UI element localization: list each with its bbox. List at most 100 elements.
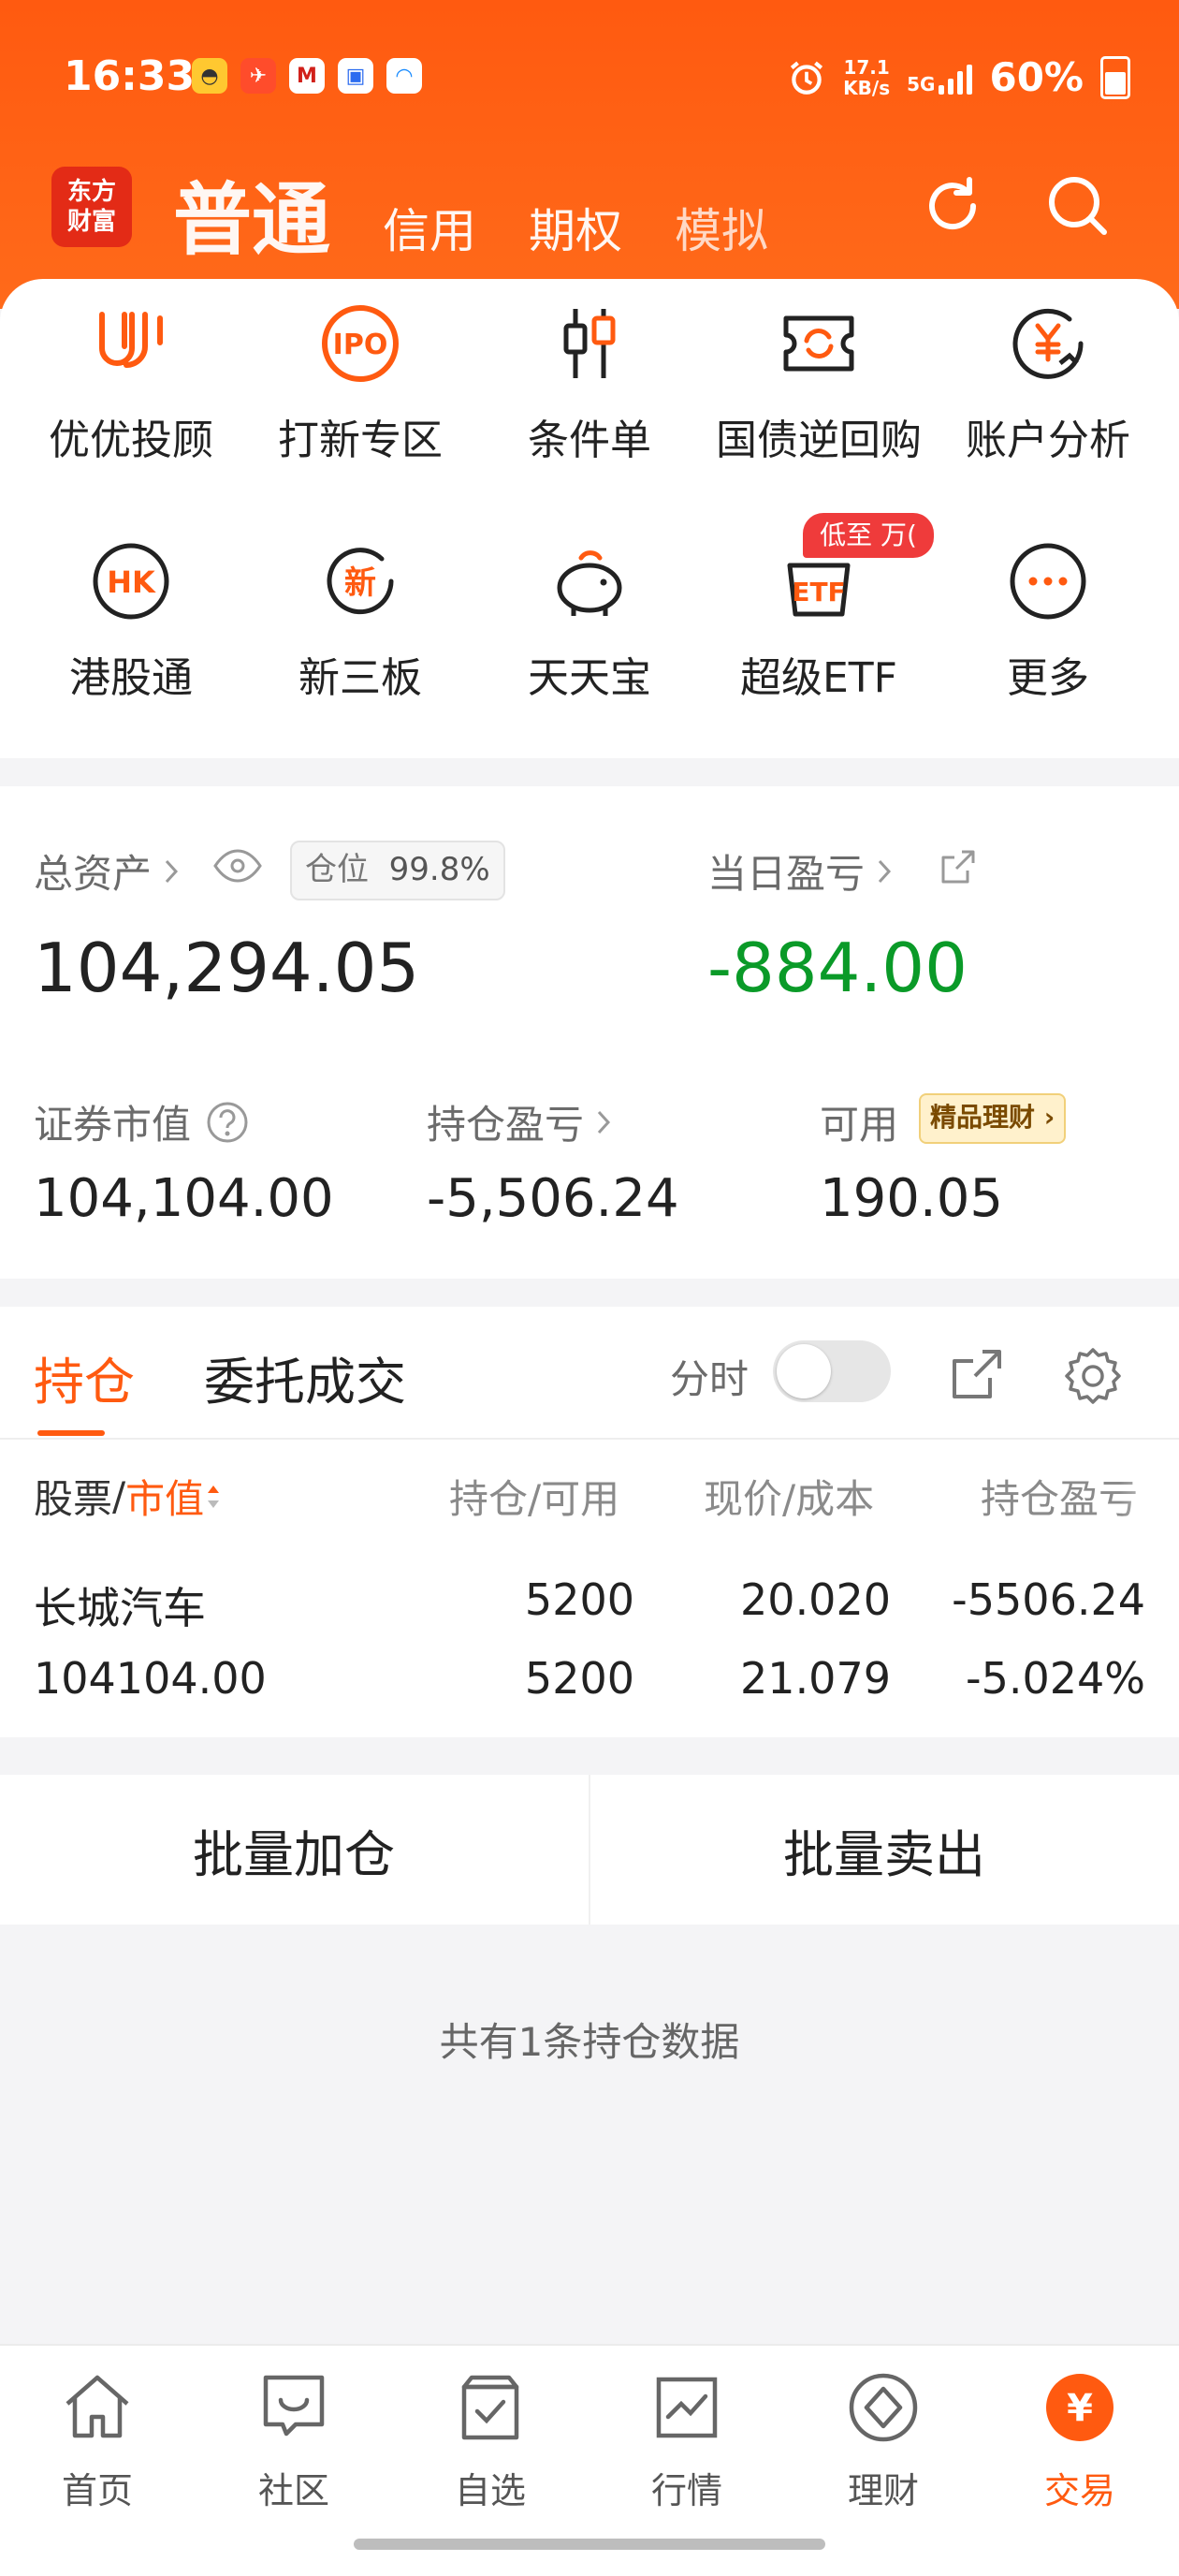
- batch-sell-button[interactable]: 批量卖出: [590, 1775, 1178, 1925]
- column-header-stock[interactable]: 股票 / 市值: [34, 1468, 223, 1525]
- settings-gear-icon[interactable]: [1063, 1346, 1123, 1406]
- more-icon: [1010, 543, 1086, 620]
- svg-text:ETF: ETF: [792, 577, 845, 607]
- chat-icon: [263, 2375, 325, 2437]
- toggle-knob: [777, 1344, 831, 1398]
- daily-pl-value: -884.00: [707, 929, 968, 1007]
- app-notification-icon: ◠: [386, 58, 422, 94]
- grid-item-account-analysis[interactable]: 账户分析: [936, 301, 1160, 466]
- tab-options[interactable]: 期权: [529, 194, 622, 261]
- etf-promo-badge: 低至 万(: [803, 513, 934, 558]
- grid-item-more[interactable]: 更多: [936, 539, 1160, 704]
- holdings-count-text: 共有1条持仓数据: [439, 2019, 740, 2065]
- nav-watchlist[interactable]: 自选: [425, 2370, 556, 2513]
- search-icon[interactable]: [1041, 168, 1115, 243]
- batch-add-button[interactable]: 批量加仓: [0, 1775, 588, 1925]
- stock-market-value: 104104.00: [34, 1653, 267, 1704]
- market-value-label: 证券市值: [34, 1102, 192, 1148]
- table-row[interactable]: 长城汽车 104104.00 5200 5200 20.020 21.079 -…: [0, 1554, 1179, 1722]
- market-value-label-row: 证券市值: [34, 1093, 249, 1150]
- hold-pl-value: -5,506.24: [427, 1168, 679, 1229]
- position-ratio-chip: 仓位 99.8%: [290, 841, 505, 900]
- app-notification-icon: ▣: [338, 58, 373, 94]
- market-value: 104,104.00: [34, 1168, 334, 1229]
- app-notification-icon: M: [289, 58, 325, 94]
- sort-icon: [208, 1485, 220, 1508]
- alarm-icon: [791, 61, 823, 95]
- grid-item-conditional-order[interactable]: 条件单: [477, 301, 702, 466]
- tab-normal[interactable]: 普通: [173, 157, 330, 271]
- hk-icon: HK: [93, 543, 169, 620]
- status-right: 17.1 KB/s 5G 60%: [787, 54, 1130, 100]
- total-assets-link[interactable]: 总资产: [34, 842, 182, 900]
- timeshare-label: 分时: [670, 1356, 750, 1402]
- column-header-hold: 持仓/可用: [449, 1476, 620, 1522]
- tab-orders[interactable]: 委托成交: [204, 1340, 406, 1414]
- app-logo: 东方 财富: [51, 167, 132, 247]
- hold-pl-percent: -5.024%: [966, 1653, 1145, 1704]
- market-chart-icon: [656, 2377, 718, 2438]
- chevron-right-icon: [878, 859, 892, 883]
- nav-market[interactable]: 行情: [621, 2370, 752, 2513]
- watchlist-bag-icon: [461, 2375, 519, 2440]
- grid-item-tiantianbao[interactable]: 天天宝: [477, 539, 702, 704]
- refresh-icon[interactable]: [915, 168, 990, 243]
- grid-item-repo[interactable]: 国债逆回购: [706, 301, 931, 466]
- piggy-bank-icon: [557, 550, 622, 616]
- tab-credit[interactable]: 信用: [383, 194, 476, 261]
- battery-percent: 60%: [989, 54, 1084, 100]
- grid-item-ipo[interactable]: IPO 打新专区: [248, 301, 473, 466]
- hold-quantity: 5200: [524, 1574, 634, 1625]
- wealth-diamond-icon: [849, 2373, 918, 2442]
- network-speed: 17.1 KB/s: [843, 55, 891, 99]
- yen-chart-icon: [1012, 308, 1084, 379]
- hold-pl-link[interactable]: 持仓盈亏: [427, 1093, 614, 1150]
- active-tab-indicator: [37, 1430, 105, 1436]
- svg-text:新: 新: [344, 564, 376, 602]
- nav-trade[interactable]: ¥ 交易: [1014, 2370, 1145, 2513]
- app-notification-icon: ◓: [192, 58, 227, 94]
- divider: [0, 1438, 1179, 1440]
- total-assets-label: 总资产: [34, 851, 153, 897]
- account-tabs: 普通 信用 期权 模拟: [173, 157, 768, 271]
- column-header-price: 现价/成本: [704, 1476, 875, 1522]
- column-header-pl: 持仓盈亏: [981, 1476, 1139, 1522]
- status-time: 16:33: [64, 52, 196, 100]
- stock-name: 长城汽车: [34, 1583, 206, 1633]
- daily-pl-link[interactable]: 当日盈亏: [707, 842, 895, 900]
- available-value: 190.05: [820, 1168, 1003, 1229]
- nav-home[interactable]: 首页: [32, 2370, 163, 2513]
- available-label: 可用: [820, 1102, 899, 1148]
- grid-item-neeq[interactable]: 新 新三板: [248, 539, 473, 704]
- hold-pl-label: 持仓盈亏: [427, 1102, 585, 1148]
- nav-community[interactable]: 社区: [228, 2370, 359, 2513]
- candlestick-icon: [563, 309, 616, 378]
- tab-holdings[interactable]: 持仓: [34, 1340, 135, 1414]
- svg-text:HK: HK: [107, 564, 156, 600]
- home-icon: [66, 2375, 129, 2438]
- cost-price: 21.079: [740, 1653, 891, 1704]
- svg-text:¥: ¥: [1067, 2387, 1093, 2430]
- total-assets-value: 104,294.05: [34, 929, 420, 1007]
- advisor-icon: [99, 312, 163, 368]
- sort-market-value[interactable]: 市值: [125, 1468, 204, 1525]
- home-indicator[interactable]: [354, 2539, 825, 2550]
- grid-item-super-etf[interactable]: ETF 超级ETF: [706, 539, 931, 704]
- notification-icons: ◓ ✈ M ▣ ◠: [192, 58, 422, 94]
- grid-item-hk-connect[interactable]: HK 港股通: [19, 539, 243, 704]
- battery-icon: [1100, 55, 1130, 99]
- timeshare-toggle[interactable]: [773, 1340, 891, 1402]
- eye-icon[interactable]: [211, 847, 264, 885]
- tab-simulated[interactable]: 模拟: [675, 194, 768, 261]
- repo-ticket-icon: [783, 315, 854, 372]
- grid-item-advisor[interactable]: 优优投顾: [19, 301, 243, 466]
- premium-finance-chip[interactable]: 精品理财 ›: [919, 1093, 1067, 1144]
- signal-icon: [939, 61, 973, 95]
- share-icon[interactable]: [939, 848, 977, 886]
- current-price: 20.020: [740, 1574, 891, 1625]
- ipo-icon: IPO: [322, 305, 399, 382]
- new-board-icon: 新: [327, 548, 394, 615]
- nav-wealth[interactable]: 理财: [818, 2370, 949, 2513]
- help-icon[interactable]: [206, 1101, 249, 1144]
- export-icon[interactable]: [951, 1348, 1003, 1400]
